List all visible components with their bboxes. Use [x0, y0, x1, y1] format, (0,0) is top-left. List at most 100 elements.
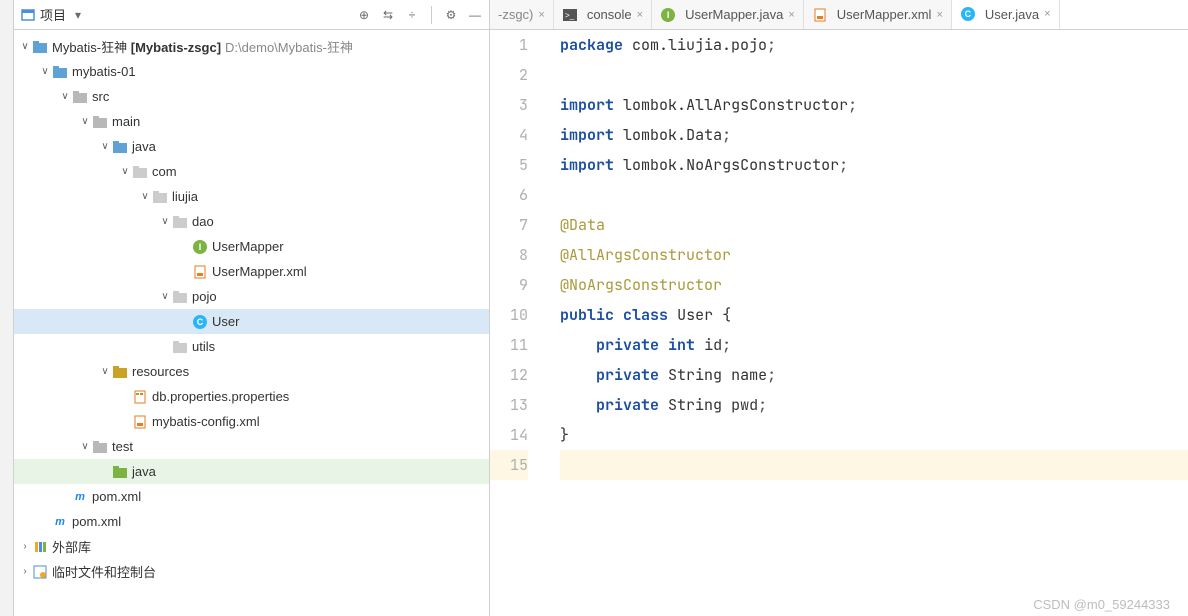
chevron-down-icon[interactable]: ∨ [158, 216, 172, 227]
code-content[interactable]: package com.liujia.pojo;import lombok.Al… [542, 30, 1188, 616]
node-label: test [112, 439, 133, 454]
test-folder-icon [112, 464, 128, 480]
node-label: main [112, 114, 140, 129]
close-icon[interactable]: × [637, 9, 643, 21]
node-label: resources [132, 364, 189, 379]
node-label: java [132, 139, 156, 154]
tree-dao[interactable]: ∨ dao [14, 209, 489, 234]
package-icon [132, 164, 148, 180]
tree-pom1[interactable]: m pom.xml [14, 484, 489, 509]
class-icon: C [192, 314, 208, 330]
node-label: pom.xml [72, 514, 121, 529]
tab-console[interactable]: >_ console × [554, 0, 652, 29]
chevron-down-icon[interactable]: ∨ [38, 66, 52, 77]
resources-folder-icon [112, 364, 128, 380]
source-folder-icon [112, 139, 128, 155]
xml-file-icon [812, 7, 828, 23]
module-icon [52, 64, 68, 80]
chevron-down-icon[interactable]: ∨ [98, 366, 112, 377]
folder-icon [72, 89, 88, 105]
tree-test-java[interactable]: java [14, 459, 489, 484]
node-label: mybatis-config.xml [152, 414, 260, 429]
chevron-down-icon[interactable]: ∨ [98, 141, 112, 152]
tab-user-java[interactable]: C User.java × [952, 0, 1060, 30]
properties-file-icon [132, 389, 148, 405]
chevron-down-icon[interactable]: ∨ [138, 191, 152, 202]
node-label: UserMapper [212, 239, 284, 254]
close-icon[interactable]: × [788, 9, 794, 21]
tree-mybatis-config[interactable]: mybatis-config.xml [14, 409, 489, 434]
gear-icon[interactable]: ⚙ [443, 7, 459, 23]
tree-main[interactable]: ∨ main [14, 109, 489, 134]
node-label: utils [192, 339, 215, 354]
dropdown-arrow-icon[interactable]: ▾ [70, 7, 86, 23]
node-label: User [212, 314, 239, 329]
tree-scratches[interactable]: › 临时文件和控制台 [14, 559, 489, 584]
xml-file-icon [132, 414, 148, 430]
tree-usermapper-interface[interactable]: I UserMapper [14, 234, 489, 259]
project-tree[interactable]: ∨ Mybatis-狂神 [Mybatis-zsgc]D:\demo\Mybat… [14, 30, 489, 616]
tree-mybatis01[interactable]: ∨ mybatis-01 [14, 59, 489, 84]
code-editor[interactable]: 123456789101112131415 package com.liujia… [490, 30, 1188, 616]
node-label: mybatis-01 [72, 64, 136, 79]
tree-test[interactable]: ∨ test [14, 434, 489, 459]
chevron-down-icon[interactable]: ∨ [78, 116, 92, 127]
scratch-icon [32, 564, 48, 580]
tree-user-class[interactable]: C User [14, 309, 489, 334]
chevron-down-icon[interactable]: ∨ [18, 41, 32, 52]
editor-area: -zsgc) × >_ console × I UserMapper.java … [490, 0, 1188, 616]
tree-pojo[interactable]: ∨ pojo [14, 284, 489, 309]
tab-label: UserMapper.java [685, 7, 783, 22]
node-label: dao [192, 214, 214, 229]
tab-usermapper-java[interactable]: I UserMapper.java × [652, 0, 804, 29]
tree-java[interactable]: ∨ java [14, 134, 489, 159]
node-label: UserMapper.xml [212, 264, 307, 279]
tree-liujia[interactable]: ∨ liujia [14, 184, 489, 209]
hide-icon[interactable]: — [467, 7, 483, 23]
tree-dbprops[interactable]: db.properties.properties [14, 384, 489, 409]
tree-root[interactable]: ∨ Mybatis-狂神 [Mybatis-zsgc]D:\demo\Mybat… [14, 34, 489, 59]
xml-file-icon [192, 264, 208, 280]
package-icon [172, 289, 188, 305]
node-label: pojo [192, 289, 217, 304]
ide-left-gutter [0, 0, 14, 616]
tree-src[interactable]: ∨ src [14, 84, 489, 109]
tree-usermapper-xml[interactable]: UserMapper.xml [14, 259, 489, 284]
chevron-right-icon[interactable]: › [18, 566, 32, 577]
package-icon [172, 214, 188, 230]
tree-utils[interactable]: utils [14, 334, 489, 359]
collapse-icon[interactable]: ⇆ [380, 7, 396, 23]
target-icon[interactable]: ⊕ [356, 7, 372, 23]
tree-com[interactable]: ∨ com [14, 159, 489, 184]
chevron-down-icon[interactable]: ∨ [158, 291, 172, 302]
chevron-down-icon[interactable]: ∨ [78, 441, 92, 452]
library-icon [32, 539, 48, 555]
close-icon[interactable]: × [936, 9, 942, 21]
terminal-icon: >_ [562, 7, 578, 23]
node-label: 临时文件和控制台 [52, 562, 156, 581]
node-label: pom.xml [92, 489, 141, 504]
package-icon [152, 189, 168, 205]
line-gutter: 123456789101112131415 [490, 30, 542, 616]
divide-icon[interactable]: ÷ [404, 7, 420, 23]
project-dropdown[interactable]: 项目 [40, 5, 66, 24]
project-view-icon[interactable] [20, 7, 36, 23]
chevron-down-icon[interactable]: ∨ [58, 91, 72, 102]
interface-icon: I [660, 7, 676, 23]
tree-pom2[interactable]: m pom.xml [14, 509, 489, 534]
chevron-right-icon[interactable]: › [18, 541, 32, 552]
node-label: 外部库 [52, 537, 91, 556]
close-icon[interactable]: × [1044, 8, 1050, 20]
tab-usermapper-xml[interactable]: UserMapper.xml × [804, 0, 952, 29]
tree-resources[interactable]: ∨ resources [14, 359, 489, 384]
tree-external-libs[interactable]: › 外部库 [14, 534, 489, 559]
project-toolbar: 项目 ▾ ⊕ ⇆ ÷ ⚙ — [14, 0, 489, 30]
node-label: liujia [172, 189, 198, 204]
root-label: Mybatis-狂神 [Mybatis-zsgc]D:\demo\Mybatis… [52, 37, 353, 56]
maven-icon: m [72, 489, 88, 505]
separator [431, 6, 432, 24]
tab-partial[interactable]: -zsgc) × [490, 0, 554, 29]
folder-icon [92, 114, 108, 130]
chevron-down-icon[interactable]: ∨ [118, 166, 132, 177]
close-icon[interactable]: × [538, 9, 544, 21]
